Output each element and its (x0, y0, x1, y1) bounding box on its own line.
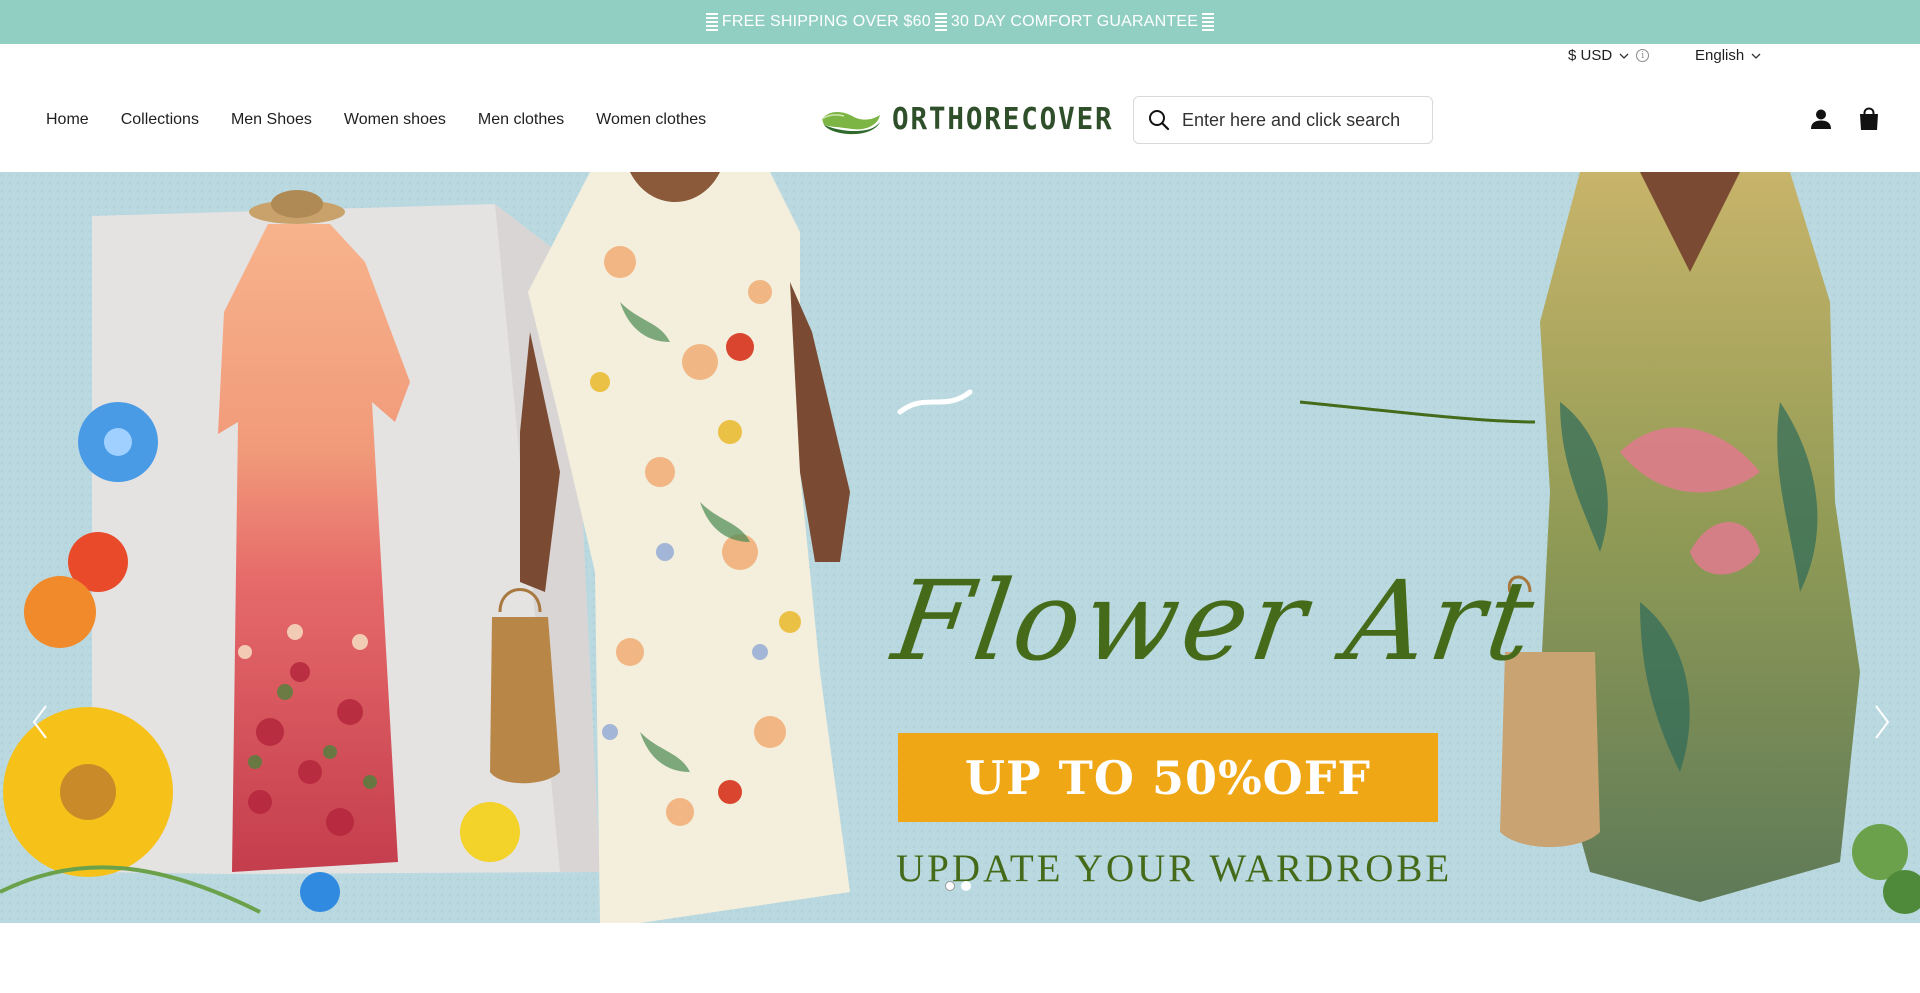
main-nav: Home Collections Men Shoes Women shoes M… (46, 68, 738, 172)
nav-item-collections[interactable]: Collections (121, 111, 199, 129)
chevron-left-icon[interactable] (28, 702, 52, 742)
slider-dots (945, 881, 971, 891)
info-icon[interactable]: i (1636, 49, 1650, 62)
logo-text: ORTHORECOVER (892, 102, 1114, 137)
chevron-down-icon (1751, 53, 1761, 59)
hero-discount-banner[interactable]: UP TO 50%OFF (898, 733, 1438, 822)
announcement-text-shipping: FREE SHIPPING OVER $60 (721, 13, 931, 30)
search-icon[interactable] (1148, 109, 1170, 131)
slider-dot-2[interactable] (961, 881, 971, 891)
utility-bar: $ USD i English (0, 44, 1920, 68)
announcement-text-guarantee: 30 DAY COMFORT GUARANTEE (950, 13, 1199, 30)
site-logo[interactable]: ORTHORECOVER (820, 102, 1133, 137)
hero-banner-text: UP TO 50%OFF (964, 750, 1372, 805)
announcement-bar: FREE SHIPPING OVER $60 30 DAY COMFORT GU… (0, 0, 1920, 44)
nav-item-men-clothes[interactable]: Men clothes (478, 111, 564, 129)
hero-subtitle: UPDATE YOUR WARDROBE (896, 847, 1453, 890)
currency-selector[interactable]: $ USD i (1568, 47, 1650, 64)
separator-icon (705, 13, 718, 31)
account-icon[interactable] (1810, 108, 1832, 130)
nav-item-women-clothes[interactable]: Women clothes (596, 111, 706, 129)
search-input[interactable] (1182, 109, 1422, 131)
hero-title: Flower Art (886, 557, 1545, 685)
chevron-down-icon (1619, 53, 1629, 59)
nav-item-home[interactable]: Home (46, 111, 89, 129)
insole-logo-icon (821, 111, 880, 134)
chevron-right-icon[interactable] (1870, 702, 1894, 742)
site-header: Home Collections Men Shoes Women shoes M… (0, 68, 1920, 172)
slider-dot-1[interactable] (945, 881, 955, 891)
cart-icon[interactable] (1858, 107, 1880, 131)
language-label: English (1695, 47, 1745, 64)
nav-item-women-shoes[interactable]: Women shoes (344, 111, 446, 129)
hero-slider: Flower Art UP TO 50%OFF UPDATE YOUR WARD… (0, 172, 1920, 923)
currency-label: $ USD (1568, 47, 1613, 64)
separator-icon (1202, 13, 1215, 31)
language-selector[interactable]: English (1695, 47, 1762, 64)
nav-item-men-shoes[interactable]: Men Shoes (231, 111, 312, 129)
separator-icon (934, 13, 947, 31)
search-box[interactable] (1133, 96, 1433, 144)
